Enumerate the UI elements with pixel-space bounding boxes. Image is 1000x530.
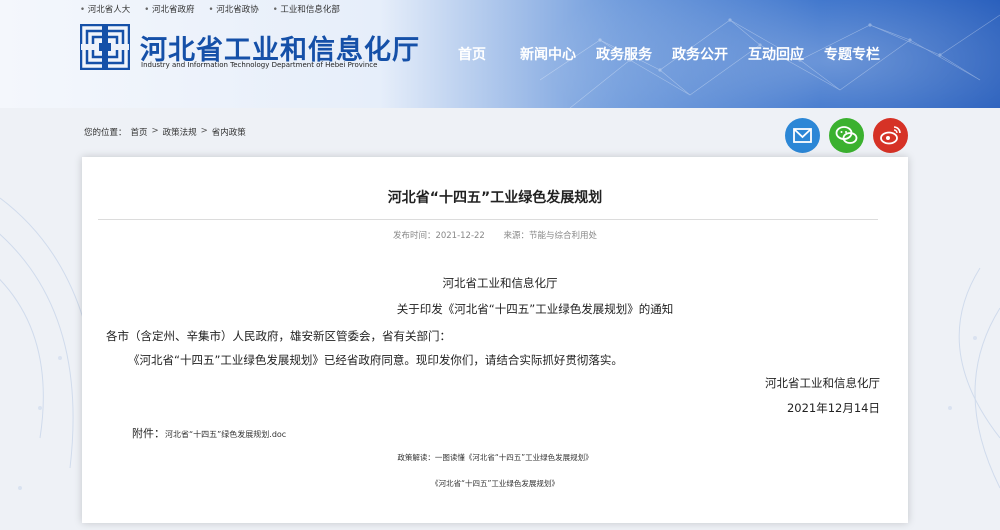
notice-title: 关于印发《河北省“十四五”工业绿色发展规划》的通知 — [396, 302, 674, 316]
breadcrumb: 您的位置： 首页 > 政策法规 > 省内政策 — [84, 126, 246, 138]
article-title: 河北省“十四五”工业绿色发展规划 — [387, 190, 603, 206]
department-logo-icon[interactable] — [80, 24, 130, 70]
share-mail-button[interactable] — [785, 118, 820, 153]
title-divider — [98, 219, 878, 220]
main-nav: 首页 新闻中心 政务服务 政务公开 互动回应 专题专栏 — [458, 44, 880, 64]
article-source: 来源：节能与综合利用处 — [503, 231, 598, 241]
publish-time: 发布时间：2021-12-22 — [392, 231, 485, 241]
site-subtitle: Industry and Information Technology Depa… — [141, 61, 378, 69]
policy-document-link[interactable]: 《河北省“十四五”工业绿色发展规划》 — [82, 478, 908, 489]
body-paragraph: 《河北省“十四五”工业绿色发展规划》已经省政府同意。现印发你们，请结合实际抓好贯… — [128, 353, 623, 367]
article-card: 河北省“十四五”工业绿色发展规划 发布时间：2021-12-22 来源：节能与综… — [82, 157, 908, 523]
share-wechat-button[interactable] — [829, 118, 864, 153]
article-meta: 发布时间：2021-12-22 来源：节能与综合利用处 — [82, 229, 908, 241]
top-link-4[interactable]: 工业和信息化部 — [273, 3, 340, 15]
breadcrumb-separator: > — [151, 126, 159, 136]
nav-public-affairs[interactable]: 政务公开 — [672, 44, 728, 64]
breadcrumb-home[interactable]: 首页 — [131, 126, 148, 138]
breadcrumb-label: 您的位置： — [84, 128, 127, 138]
attachment-label: 附件： — [132, 427, 165, 440]
share-weibo-button[interactable] — [873, 118, 908, 153]
nav-interaction[interactable]: 互动回应 — [748, 44, 804, 64]
breadcrumb-separator: > — [200, 126, 208, 136]
sign-date: 2021年12月14日 — [786, 401, 880, 415]
attachment-link[interactable]: 河北省“十四五”绿色发展规划.doc — [165, 430, 286, 439]
weibo-icon — [880, 126, 901, 145]
top-link-3[interactable]: 河北省政协 — [208, 3, 259, 15]
nav-services[interactable]: 政务服务 — [596, 44, 652, 64]
top-link-1[interactable]: 河北省人大 — [80, 3, 131, 15]
nav-news[interactable]: 新闻中心 — [520, 44, 576, 64]
issuer-heading: 河北省工业和信息化厅 — [442, 276, 558, 290]
nav-home[interactable]: 首页 — [458, 44, 486, 64]
mail-icon — [793, 128, 812, 143]
attachment-row: 附件：河北省“十四五”绿色发展规划.doc — [132, 425, 286, 441]
top-link-2[interactable]: 河北省政府 — [144, 3, 195, 15]
breadcrumb-policy[interactable]: 政策法规 — [163, 126, 197, 138]
breadcrumb-provincial[interactable]: 省内政策 — [212, 126, 246, 138]
signature: 河北省工业和信息化厅 — [765, 376, 880, 390]
wechat-icon — [835, 126, 858, 144]
policy-reading-link[interactable]: 政策解读：一图读懂《河北省“十四五”工业绿色发展规划》 — [82, 452, 908, 463]
addressee-line: 各市（含定州、辛集市）人民政府，雄安新区管委会，省有关部门： — [106, 329, 451, 343]
nav-topics[interactable]: 专题专栏 — [824, 44, 880, 64]
top-links: 河北省人大 河北省政府 河北省政协 工业和信息化部 — [80, 3, 340, 15]
site-header: 河北省人大 河北省政府 河北省政协 工业和信息化部 河北省工业和信息化厅 Ind… — [0, 0, 1000, 108]
